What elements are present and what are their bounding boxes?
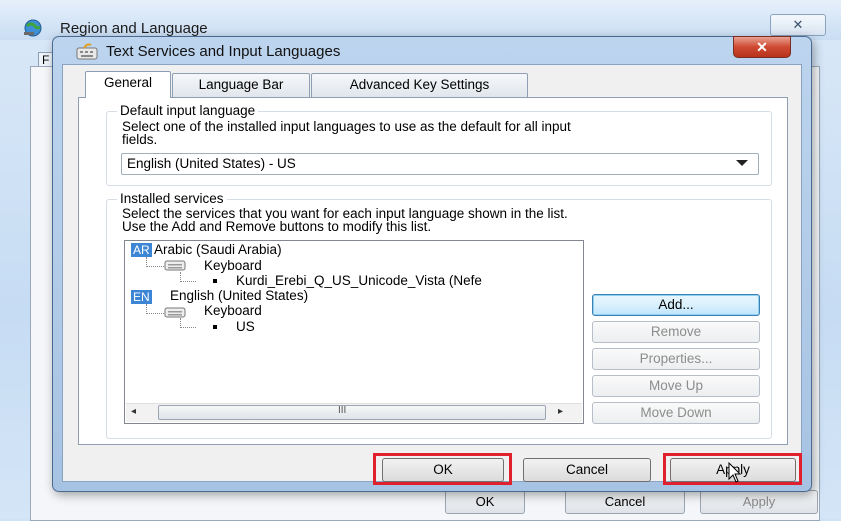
- tab-language-bar[interactable]: Language Bar: [172, 73, 310, 97]
- default-language-value: English (United States) - US: [127, 156, 296, 171]
- installed-services-description-2: Use the Add and Remove buttons to modify…: [122, 219, 432, 234]
- tree-connector: [146, 313, 164, 314]
- keyboard-icon: [164, 259, 186, 271]
- chevron-down-icon[interactable]: [736, 160, 748, 166]
- ok-highlight-box: [373, 453, 512, 485]
- keyboard-icon: [164, 306, 186, 318]
- region-language-ok-button[interactable]: OK: [445, 490, 525, 514]
- english-language-code: EN: [131, 290, 152, 304]
- bullet-icon: [213, 279, 217, 283]
- default-input-description-2: fields.: [122, 132, 158, 147]
- globe-icon: [22, 18, 44, 38]
- properties-button[interactable]: Properties...: [592, 348, 760, 370]
- tree-item-us-layout[interactable]: US: [236, 319, 255, 334]
- arabic-language-code: AR: [131, 243, 152, 257]
- dialog-title: Text Services and Input Languages: [106, 43, 341, 60]
- move-down-button[interactable]: Move Down: [592, 402, 760, 424]
- region-language-close-button[interactable]: ✕: [770, 14, 826, 36]
- move-up-button[interactable]: Move Up: [592, 375, 760, 397]
- scrollbar-thumb[interactable]: [158, 405, 546, 420]
- cancel-button[interactable]: Cancel: [523, 458, 651, 482]
- tab-general[interactable]: General: [85, 71, 171, 98]
- installed-services-group-label: Installed services: [117, 191, 227, 206]
- region-language-cancel-button[interactable]: Cancel: [565, 490, 685, 514]
- bullet-icon: [213, 325, 217, 329]
- tree-connector: [180, 327, 196, 328]
- remove-button[interactable]: Remove: [592, 321, 760, 343]
- region-language-title: Region and Language: [60, 20, 208, 37]
- tree-item-english[interactable]: English (United States): [170, 288, 308, 303]
- tree-item-english-keyboard[interactable]: Keyboard: [204, 303, 262, 318]
- tree-connector: [180, 281, 196, 282]
- tab-advanced-key-settings[interactable]: Advanced Key Settings: [311, 73, 528, 97]
- tree-connector: [146, 266, 164, 267]
- scrollbar-grip-icon: III: [338, 405, 347, 416]
- default-input-description: Select one of the installed input langua…: [122, 119, 571, 134]
- installed-services-tree[interactable]: [124, 240, 584, 424]
- tree-item-kurdi-layout[interactable]: Kurdi_Erebi_Q_US_Unicode_Vista (Nefe: [236, 273, 482, 288]
- tree-item-arabic[interactable]: Arabic (Saudi Arabia): [154, 242, 282, 257]
- region-language-apply-button[interactable]: Apply: [700, 490, 818, 514]
- mouse-cursor-icon: [728, 461, 742, 487]
- tree-item-arabic-keyboard[interactable]: Keyboard: [204, 258, 262, 273]
- keyboard-icon: [76, 43, 98, 61]
- scroll-left-arrow-icon[interactable]: ◂: [131, 406, 136, 417]
- default-input-group-label: Default input language: [117, 103, 259, 118]
- scroll-right-arrow-icon[interactable]: ▸: [558, 406, 563, 417]
- dialog-close-button[interactable]: ✕: [733, 36, 791, 58]
- add-button[interactable]: Add...: [592, 294, 760, 316]
